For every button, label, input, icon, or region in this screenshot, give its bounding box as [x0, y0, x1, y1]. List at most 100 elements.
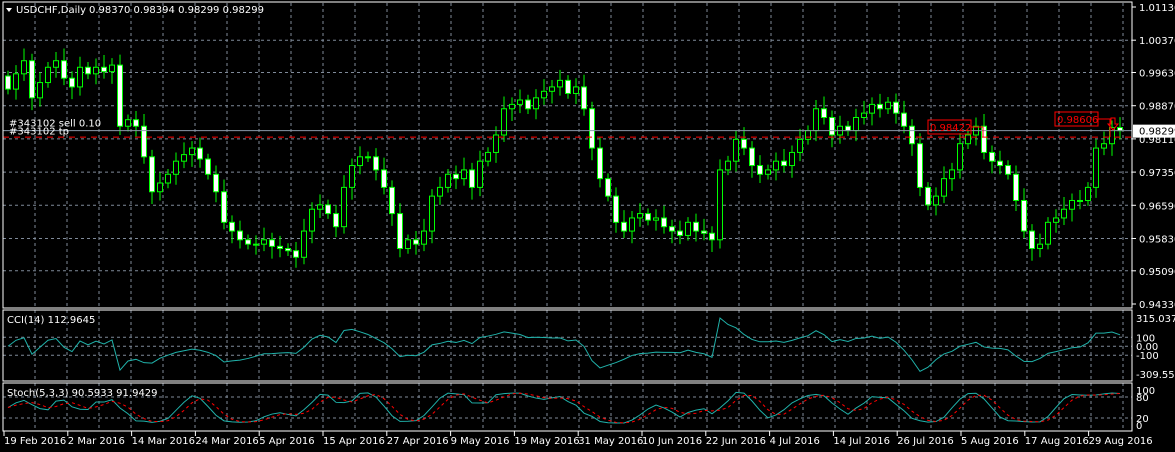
bear-candle	[613, 195, 619, 223]
bear-candle	[277, 245, 283, 250]
bear-candle	[397, 213, 403, 250]
bull-candle	[941, 178, 947, 197]
bear-candle	[741, 138, 747, 149]
bear-candle	[469, 169, 475, 188]
price-axis-label: 0.96590	[1139, 201, 1175, 212]
bear-candle	[453, 173, 459, 180]
date-axis-label: 26 Jul 2016	[897, 436, 954, 447]
axes: 1.011301.003700.996300.988700.981100.973…	[3, 3, 1175, 447]
bull-candle	[437, 186, 443, 197]
bull-candle	[445, 173, 451, 188]
bull-candle	[13, 73, 19, 90]
bear-candle	[1021, 199, 1027, 232]
bear-candle	[917, 143, 923, 188]
bear-candle	[5, 75, 11, 90]
bear-candle	[661, 217, 667, 228]
bear-candle	[581, 86, 587, 110]
bull-candle	[957, 143, 963, 171]
date-axis-label: 5 Aug 2016	[961, 436, 1019, 447]
bear-candle	[925, 186, 931, 206]
indicators	[7, 317, 1121, 424]
bull-candle	[549, 86, 555, 92]
bull-candle	[125, 119, 131, 127]
bear-candle	[1029, 230, 1035, 250]
bear-candle	[381, 169, 387, 188]
bull-candle	[773, 160, 779, 171]
chart-canvas[interactable]: #343102 sell 0.10#343102 tp 0.984220.9860…	[0, 0, 1175, 452]
bear-candle	[413, 239, 419, 245]
date-axis-label: 19 May 2016	[514, 436, 579, 447]
bull-candle	[861, 112, 867, 119]
bull-candle	[541, 90, 547, 99]
bear-candle	[85, 66, 91, 75]
bull-candle	[797, 138, 803, 153]
bull-candle	[165, 173, 171, 184]
cci-label: CCI(14) 112.9645	[7, 315, 95, 326]
bear-candle	[69, 77, 75, 88]
bull-candle	[493, 134, 499, 153]
bear-candle	[293, 250, 299, 258]
candles	[5, 48, 1123, 268]
bull-candle	[965, 134, 971, 145]
bear-candle	[605, 178, 611, 197]
bear-candle	[61, 60, 67, 79]
bull-candle	[477, 160, 483, 188]
bear-candle	[1005, 165, 1011, 175]
bull-candle	[733, 138, 739, 162]
bull-candle	[485, 151, 491, 162]
bear-candle	[213, 173, 219, 193]
price-label-text: 0.98606	[1057, 115, 1098, 126]
bear-candle	[845, 125, 851, 132]
bull-candle	[53, 60, 59, 68]
bull-candle	[949, 169, 955, 180]
bull-candle	[157, 182, 163, 193]
price-axis-label: 0.98870	[1139, 102, 1175, 113]
bull-candle	[405, 239, 411, 250]
bull-candle	[1101, 143, 1107, 149]
collapse-triangle-icon[interactable]	[6, 8, 12, 12]
bull-candle	[1045, 221, 1051, 245]
bull-candle	[533, 97, 539, 110]
grid	[3, 3, 1132, 431]
price-axis-label: 0.95830	[1139, 234, 1175, 245]
bull-candle	[365, 156, 371, 159]
bull-candle	[349, 165, 355, 188]
bull-candle	[853, 117, 859, 132]
bull-candle	[717, 169, 723, 241]
stoch-label: Stoch(5,3,3) 90.5933 91.9429	[7, 388, 158, 399]
bull-candle	[21, 60, 27, 75]
price-axis-label: 1.00370	[1139, 36, 1175, 47]
date-axis-label: 2 Mar 2016	[68, 436, 125, 447]
date-axis-label: 4 Jul 2016	[770, 436, 820, 447]
bull-candle	[253, 243, 259, 246]
bear-candle	[909, 125, 915, 145]
bear-candle	[269, 239, 275, 247]
bear-candle	[101, 66, 107, 73]
bull-candle	[301, 230, 307, 258]
stoch-axis-label: 80	[1136, 393, 1149, 404]
date-axis-label: 19 Feb 2016	[4, 436, 66, 447]
bear-candle	[221, 191, 227, 223]
bear-candle	[285, 248, 291, 252]
bear-candle	[205, 158, 211, 175]
bull-candle	[933, 195, 939, 206]
bull-candle	[653, 217, 659, 221]
bull-candle	[77, 66, 83, 88]
date-axis-label: 31 May 2016	[578, 436, 643, 447]
order-lines[interactable]: #343102 sell 0.10#343102 tp 0.984220.9860…	[3, 111, 1132, 138]
tp-order-label: #343102 tp	[9, 127, 69, 138]
bear-candle	[1013, 173, 1019, 201]
bear-candle	[749, 147, 755, 167]
bull-candle	[725, 160, 731, 171]
bull-candle	[557, 79, 563, 88]
price-axis-label: 0.97350	[1139, 168, 1175, 179]
bull-candle	[421, 230, 427, 245]
bull-candle	[573, 86, 579, 94]
date-axis-label: 5 Apr 2016	[259, 436, 314, 447]
date-axis-label: 27 Apr 2016	[387, 436, 449, 447]
bull-candle	[517, 99, 523, 105]
bear-candle	[333, 213, 339, 228]
bull-candle	[1061, 208, 1067, 219]
bear-candle	[245, 239, 251, 245]
bear-candle	[757, 165, 763, 175]
